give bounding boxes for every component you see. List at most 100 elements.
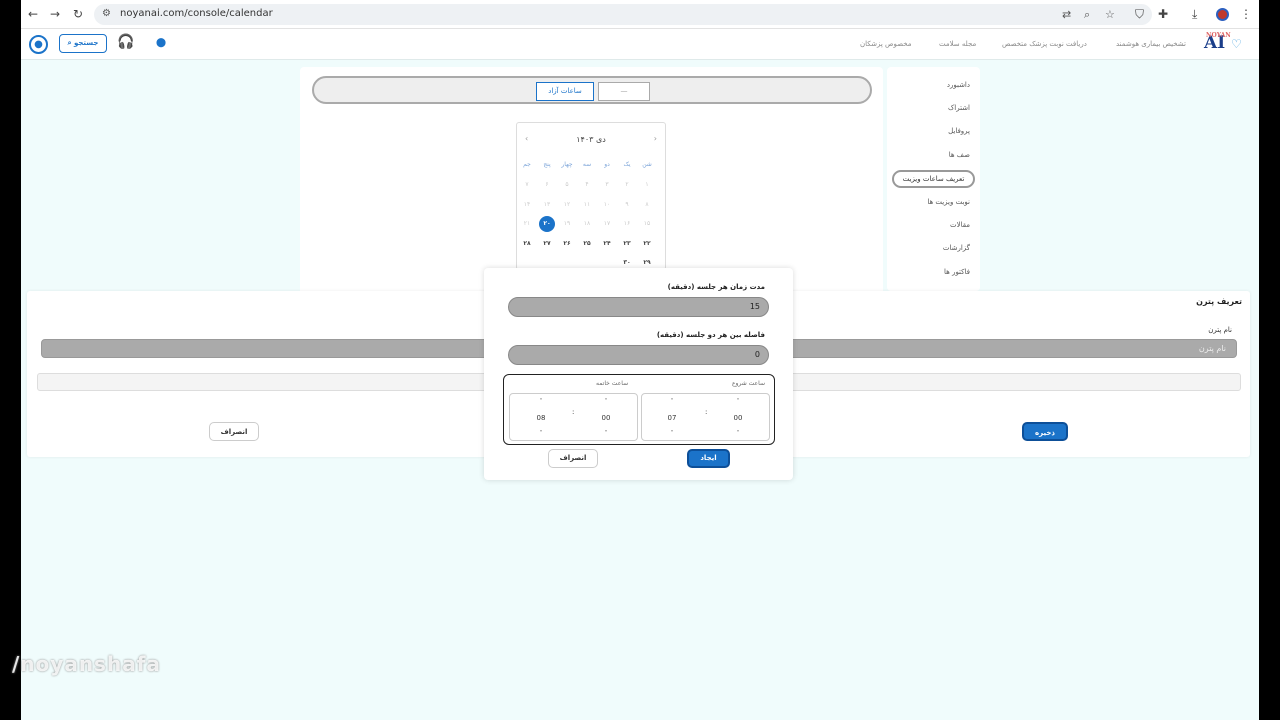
end-minute-value[interactable]: 00 bbox=[596, 408, 616, 428]
nav-specialist-appointment[interactable]: دریافت نوبت پزشک متخصص bbox=[1002, 40, 1087, 48]
reload-icon[interactable]: ↻ bbox=[70, 6, 86, 22]
calendar-weekday: سه bbox=[582, 161, 592, 168]
calendar-day[interactable]: ۲۲ bbox=[637, 237, 657, 251]
calendar-day[interactable]: ۲۶ bbox=[557, 237, 577, 251]
calendar-day[interactable]: ۲۵ bbox=[577, 237, 597, 251]
calendar-day[interactable]: ۱۴ bbox=[517, 198, 537, 212]
calendar-day[interactable]: ۴ bbox=[577, 178, 597, 192]
heart-logo-icon: ♡ bbox=[1231, 37, 1242, 51]
calendar-day[interactable]: ۲۴ bbox=[597, 237, 617, 251]
calendar-day[interactable]: ۷ bbox=[517, 178, 537, 192]
translate-icon[interactable]: ⇄ bbox=[1062, 8, 1071, 21]
browser-toolbar: ← → ↻ ⚙ noyanai.com/console/calendar ⇄ ⌕… bbox=[21, 0, 1259, 29]
calendar-day[interactable]: ۹ bbox=[617, 198, 637, 212]
pattern-title: تعریف پترن bbox=[1196, 297, 1242, 306]
start-hour-up-icon[interactable]: ˄ bbox=[662, 396, 682, 408]
calendar-day[interactable]: ۱۲ bbox=[557, 198, 577, 212]
sidebar-item-dashboard[interactable]: داشبورد bbox=[947, 81, 970, 89]
location-pin-icon[interactable]: ⬤ bbox=[156, 38, 166, 48]
calendar-day[interactable]: ۱۱ bbox=[577, 198, 597, 212]
calendar: ‹ دی ۱۴۰۳ › شن یک دو سه چهار پنج جم ۱۲۳۴۵۶۷۸۹۱… bbox=[516, 122, 666, 270]
download-icon[interactable]: ⤓ bbox=[1192, 7, 1197, 22]
shield-icon[interactable]: ⛉ bbox=[1135, 7, 1144, 22]
calendar-day[interactable]: ۳ bbox=[597, 178, 617, 192]
sidebar-item-queues[interactable]: صف ها bbox=[949, 151, 970, 159]
nav-for-doctors[interactable]: مخصوص پزشکان bbox=[860, 40, 911, 48]
start-minute-value[interactable]: 00 bbox=[728, 408, 748, 428]
calendar-weekday: پنج bbox=[543, 161, 551, 168]
calendar-day-selected[interactable]: ۲۰ bbox=[539, 216, 555, 232]
start-hour-value[interactable]: 07 bbox=[662, 408, 682, 428]
pattern-cancel-button[interactable]: انصراف bbox=[209, 422, 259, 441]
start-minute-up-icon[interactable]: ˄ bbox=[728, 396, 748, 408]
profile-avatar[interactable] bbox=[1216, 8, 1229, 21]
calendar-day[interactable]: ۵ bbox=[557, 178, 577, 192]
calendar-month-title[interactable]: دی ۱۴۰۳ bbox=[517, 135, 665, 144]
logo-small-text: NOYAN bbox=[1206, 32, 1231, 39]
tab-busy-hours[interactable]: — bbox=[598, 82, 650, 101]
calendar-day[interactable]: ۱۷ bbox=[597, 217, 617, 231]
start-minute-down-icon[interactable]: ˅ bbox=[728, 428, 748, 440]
nav-smart-diagnosis[interactable]: تشخیص بیماری هوشمند bbox=[1116, 40, 1186, 48]
sidebar-item-appointments[interactable]: نوبت ویزیت ها bbox=[927, 198, 970, 206]
calendar-weekday: دو bbox=[604, 161, 610, 168]
modal-create-button[interactable]: ایجاد bbox=[687, 449, 730, 468]
url-text[interactable]: noyanai.com/console/calendar bbox=[120, 8, 273, 19]
headset-support-icon[interactable]: 🎧 bbox=[117, 34, 134, 50]
end-minute-column: ˄ 00 ˅ bbox=[596, 394, 616, 440]
end-minute-up-icon[interactable]: ˄ bbox=[596, 396, 616, 408]
calendar-day[interactable]: ۸ bbox=[637, 198, 657, 212]
calendar-day[interactable]: ۲۱ bbox=[517, 217, 537, 231]
extensions-icon[interactable]: ✚ bbox=[1158, 7, 1168, 21]
sidebar-item-invoices[interactable]: فاکتور ها bbox=[944, 268, 970, 276]
sidebar-item-articles[interactable]: مقالات bbox=[950, 221, 970, 229]
calendar-day[interactable]: ۱۰ bbox=[597, 198, 617, 212]
tabs-bar: ساعات آزاد — bbox=[312, 76, 872, 104]
modal-cancel-button[interactable]: انصراف bbox=[548, 449, 598, 468]
end-minute-down-icon[interactable]: ˅ bbox=[596, 428, 616, 440]
search-button[interactable]: ⌕ جستجو bbox=[59, 34, 107, 53]
calendar-day[interactable]: ۱ bbox=[637, 178, 657, 192]
calendar-day[interactable]: ۱۸ bbox=[577, 217, 597, 231]
sidebar-item-visit-hours[interactable]: تعریف ساعات ویزیت bbox=[892, 170, 975, 188]
pattern-save-button[interactable]: ذخیره bbox=[1022, 422, 1068, 441]
start-time-picker: ˄ 00 ˅ : ˄ 07 ˅ bbox=[641, 393, 770, 441]
end-hour-down-icon[interactable]: ˅ bbox=[531, 428, 551, 440]
sidebar-item-reports[interactable]: گزارشات bbox=[943, 244, 970, 252]
calendar-day[interactable]: ۱۹ bbox=[557, 217, 577, 231]
bookmark-star-icon[interactable]: ☆ bbox=[1105, 8, 1115, 21]
calendar-weekday: جم bbox=[523, 161, 531, 168]
site-settings-icon[interactable]: ⚙ bbox=[102, 8, 111, 19]
user-account-icon[interactable]: ● bbox=[29, 35, 48, 54]
calendar-day[interactable]: ۱۳ bbox=[537, 198, 557, 212]
create-session-modal: مدت زمان هر جلسه (دقیقه) 15 فاصله بین هر… bbox=[484, 268, 793, 480]
zoom-icon[interactable]: ⌕ bbox=[1084, 8, 1090, 22]
calendar-day[interactable]: ۲۷ bbox=[537, 237, 557, 251]
sidebar-item-subscription[interactable]: اشتراک bbox=[948, 104, 970, 112]
calendar-day[interactable]: ۱۵ bbox=[637, 217, 657, 231]
time-range-box: ساعت شروع ساعت خاتمه ˄ 00 ˅ : ˄ 07 ˅ ˄ 0… bbox=[503, 374, 775, 445]
gap-input[interactable]: 0 bbox=[508, 345, 769, 365]
calendar-day[interactable]: ۱۶ bbox=[617, 217, 637, 231]
calendar-day[interactable]: ۲ bbox=[617, 178, 637, 192]
calendar-next-icon[interactable]: › bbox=[654, 134, 657, 143]
forward-arrow-icon[interactable]: → bbox=[47, 6, 63, 22]
tab-open-hours[interactable]: ساعات آزاد bbox=[536, 82, 594, 101]
sidebar-item-profile[interactable]: پروفایل bbox=[948, 127, 970, 135]
start-time-label: ساعت شروع bbox=[731, 380, 765, 387]
calendar-day[interactable]: ۲۸ bbox=[517, 237, 537, 251]
address-bar[interactable]: ⚙ noyanai.com/console/calendar ⇄ ⌕ ☆ bbox=[94, 4, 1152, 25]
site-logo[interactable]: NOYAN AI bbox=[1204, 32, 1231, 53]
calendar-card: ساعات آزاد — ‹ دی ۱۴۰۳ › شن یک دو سه چهار پنج… bbox=[300, 67, 883, 295]
search-button-label: جستجو bbox=[73, 39, 99, 47]
menu-dots-icon[interactable]: ⋮ bbox=[1240, 7, 1252, 21]
end-hour-up-icon[interactable]: ˄ bbox=[531, 396, 551, 408]
nav-health-magazine[interactable]: مجله سلامت bbox=[939, 40, 976, 48]
start-hour-down-icon[interactable]: ˅ bbox=[662, 428, 682, 440]
calendar-day[interactable]: ۶ bbox=[537, 178, 557, 192]
calendar-day[interactable]: ۲۳ bbox=[617, 237, 637, 251]
sidebar: داشبورد اشتراک پروفایل صف ها تعریف ساعات… bbox=[887, 67, 980, 291]
back-arrow-icon[interactable]: ← bbox=[25, 6, 41, 22]
end-hour-value[interactable]: 08 bbox=[531, 408, 551, 428]
duration-input[interactable]: 15 bbox=[508, 297, 769, 317]
